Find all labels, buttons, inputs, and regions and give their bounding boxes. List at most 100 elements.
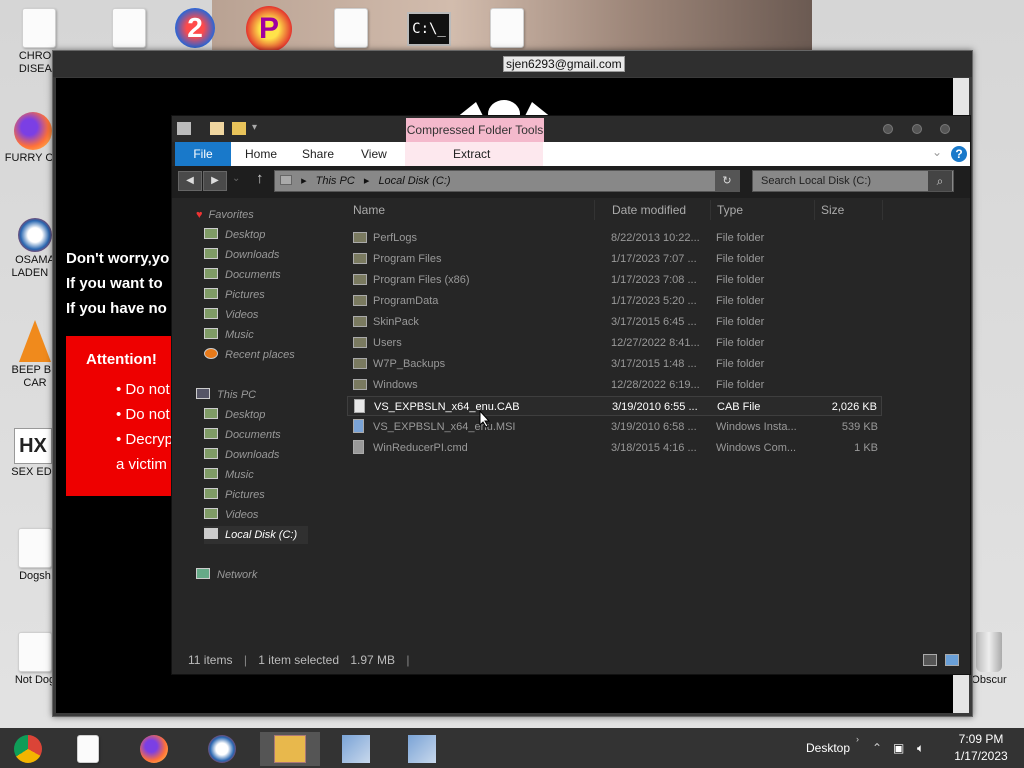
expand-ribbon-icon[interactable]: ⌄ bbox=[932, 145, 942, 159]
file-row[interactable]: W7P_Backups 3/17/2015 1:48 ... File folder bbox=[347, 354, 882, 374]
nav-this-pc[interactable]: This PC bbox=[196, 386, 256, 404]
file-row[interactable]: WinReducerPI.cmd 3/18/2015 4:16 ... Window… bbox=[347, 438, 882, 458]
nav-pc-videos[interactable]: Videos bbox=[204, 506, 258, 524]
tab-home[interactable]: Home bbox=[245, 142, 277, 166]
qat-dropdown-icon[interactable]: ▾ bbox=[252, 122, 266, 135]
file-row[interactable]: Program Files 1/17/2023 7:07 ... File fold… bbox=[347, 249, 882, 269]
maximize-button[interactable] bbox=[912, 124, 922, 134]
breadcrumb-this-pc[interactable]: This PC bbox=[316, 175, 355, 187]
desktop-icon-top-doc2[interactable] bbox=[318, 8, 384, 50]
taskbar-installer-1[interactable] bbox=[328, 732, 384, 766]
help-icon[interactable]: ? bbox=[951, 146, 967, 162]
volume-icon[interactable]: 🔈︎ bbox=[917, 728, 924, 768]
back-button[interactable]: ◀ bbox=[178, 171, 202, 191]
show-hidden-icons[interactable]: ⌃ bbox=[872, 728, 882, 768]
folder-icon bbox=[353, 358, 367, 369]
large-icons-view-icon[interactable] bbox=[945, 654, 959, 666]
nav-favorites[interactable]: ♥ Favorites bbox=[196, 206, 254, 224]
clock[interactable]: 7:09 PM 1/17/2023 bbox=[946, 728, 1016, 768]
forward-button[interactable]: ▶ bbox=[203, 171, 227, 191]
column-header-size[interactable]: Size bbox=[815, 200, 883, 220]
nav-fav-downloads[interactable]: Downloads bbox=[204, 246, 279, 264]
column-header-date[interactable]: Date modified bbox=[606, 200, 711, 220]
installer-icon bbox=[342, 735, 370, 763]
file-row[interactable]: Users 12/27/2022 8:41... File folder bbox=[347, 333, 882, 353]
file-row[interactable]: Windows 12/28/2022 6:19... File folder bbox=[347, 375, 882, 395]
search-input[interactable]: Search Local Disk (C:) bbox=[752, 170, 954, 192]
downloads-folder-icon bbox=[204, 248, 218, 259]
column-header-type[interactable]: Type bbox=[711, 200, 815, 220]
app-p-icon: P bbox=[246, 6, 292, 52]
tab-share[interactable]: Share bbox=[302, 142, 334, 166]
quick-access-toolbar: ▾ Compressed Folder Tools bbox=[172, 116, 970, 142]
column-header-name[interactable]: Name bbox=[347, 200, 595, 220]
taskbar-chrome[interactable] bbox=[0, 732, 56, 766]
nav-fav-videos[interactable]: Videos bbox=[204, 306, 258, 324]
search-icon[interactable]: ⌕ bbox=[928, 171, 952, 191]
desktop-icon-2[interactable]: 2 bbox=[162, 8, 228, 50]
desktop-icon-top-doc[interactable] bbox=[96, 8, 162, 50]
desktop-icon-top-doc3[interactable] bbox=[474, 8, 540, 50]
document-icon bbox=[77, 735, 99, 763]
desktop-icon-p[interactable]: P bbox=[236, 6, 302, 54]
taskbar: Desktop › ⌃ ▣ 🔈︎ 7:09 PM 1/17/2023 bbox=[0, 728, 1024, 768]
chrome-icon bbox=[14, 735, 42, 763]
file-row[interactable]: VS_EXPBSLN_x64_enu.MSI 3/19/2010 6:58 ...… bbox=[347, 417, 882, 437]
toolbar-expand-icon[interactable]: › bbox=[856, 734, 859, 746]
status-size: 1.97 MB bbox=[350, 653, 396, 667]
folder-icon bbox=[353, 379, 367, 390]
nav-pc-music[interactable]: Music bbox=[204, 466, 254, 484]
nav-fav-desktop[interactable]: Desktop bbox=[204, 226, 265, 244]
desktop-toolbar-label[interactable]: Desktop bbox=[806, 728, 850, 768]
breadcrumb-local-disk[interactable]: Local Disk (C:) bbox=[378, 175, 450, 187]
properties-icon[interactable] bbox=[210, 122, 224, 135]
refresh-icon[interactable]: ↻ bbox=[715, 171, 739, 191]
tab-extract[interactable]: Extract bbox=[453, 142, 490, 166]
file-row[interactable]: ProgramData 1/17/2023 5:20 ... File folder bbox=[347, 291, 882, 311]
attention-bullet-1: • Do not r bbox=[116, 381, 179, 398]
document-icon bbox=[334, 8, 368, 48]
nav-pc-documents[interactable]: Documents bbox=[204, 426, 281, 444]
cmd-script-icon bbox=[353, 440, 364, 454]
details-view-icon[interactable] bbox=[923, 654, 937, 666]
new-folder-icon[interactable] bbox=[232, 122, 246, 135]
file-row[interactable]: Program Files (x86) 1/17/2023 7:08 ... Fil… bbox=[347, 270, 882, 290]
taskbar-obama[interactable] bbox=[194, 732, 250, 766]
file-row-selected[interactable]: VS_EXPBSLN_x64_enu.CAB 3/19/2010 6:55 ...… bbox=[347, 396, 882, 416]
nav-fav-music[interactable]: Music bbox=[204, 326, 254, 344]
file-row[interactable]: PerfLogs 8/22/2013 10:22... File folder bbox=[347, 228, 882, 248]
network-tray-icon[interactable]: ▣ bbox=[893, 728, 904, 768]
tab-file[interactable]: File bbox=[175, 142, 231, 166]
navigation-bar: ◀ ▶ ⌄ ↑ ▸ This PC ▸ Local Disk (C:) ↻ Se… bbox=[172, 166, 970, 198]
drive-icon bbox=[204, 528, 218, 539]
address-bar[interactable]: ▸ This PC ▸ Local Disk (C:) ↻ bbox=[274, 170, 740, 192]
obama-logo-icon bbox=[18, 218, 52, 252]
nav-fav-documents[interactable]: Documents bbox=[204, 266, 281, 284]
nav-fav-recent-places[interactable]: Recent places bbox=[204, 346, 295, 364]
nav-pc-desktop[interactable]: Desktop bbox=[204, 406, 265, 424]
desktop-icon-cmd[interactable]: C:\_ bbox=[396, 12, 462, 48]
up-arrow-icon[interactable]: ↑ bbox=[256, 170, 264, 187]
document-icon bbox=[22, 8, 56, 48]
minimize-button[interactable] bbox=[883, 124, 893, 134]
tab-view[interactable]: View bbox=[361, 142, 387, 166]
close-button[interactable] bbox=[940, 124, 950, 134]
taskbar-firefox[interactable] bbox=[126, 732, 182, 766]
nav-network[interactable]: Network bbox=[196, 566, 257, 584]
nav-pc-local-disk[interactable]: Local Disk (C:) bbox=[204, 526, 308, 544]
file-row[interactable]: SkinPack 3/17/2015 6:45 ... File folder bbox=[347, 312, 882, 332]
nav-pc-pictures[interactable]: Pictures bbox=[204, 486, 265, 504]
recent-places-icon bbox=[204, 348, 218, 359]
documents-folder-icon bbox=[204, 268, 218, 279]
status-bar: 11 items | 1 item selected 1.97 MB | bbox=[188, 653, 410, 667]
folder-icon bbox=[274, 735, 306, 763]
taskbar-installer-2[interactable] bbox=[394, 732, 450, 766]
attention-title: Attention! bbox=[86, 351, 157, 368]
nav-fav-pictures[interactable]: Pictures bbox=[204, 286, 265, 304]
file-explorer-window[interactable]: ▾ Compressed Folder Tools File Home Shar… bbox=[171, 115, 971, 675]
recent-locations-icon[interactable]: ⌄ bbox=[232, 173, 240, 184]
taskbar-notepad[interactable] bbox=[60, 732, 116, 766]
taskbar-file-explorer[interactable] bbox=[260, 732, 320, 766]
nav-pc-downloads[interactable]: Downloads bbox=[204, 446, 279, 464]
system-menu-icon[interactable] bbox=[177, 122, 191, 135]
